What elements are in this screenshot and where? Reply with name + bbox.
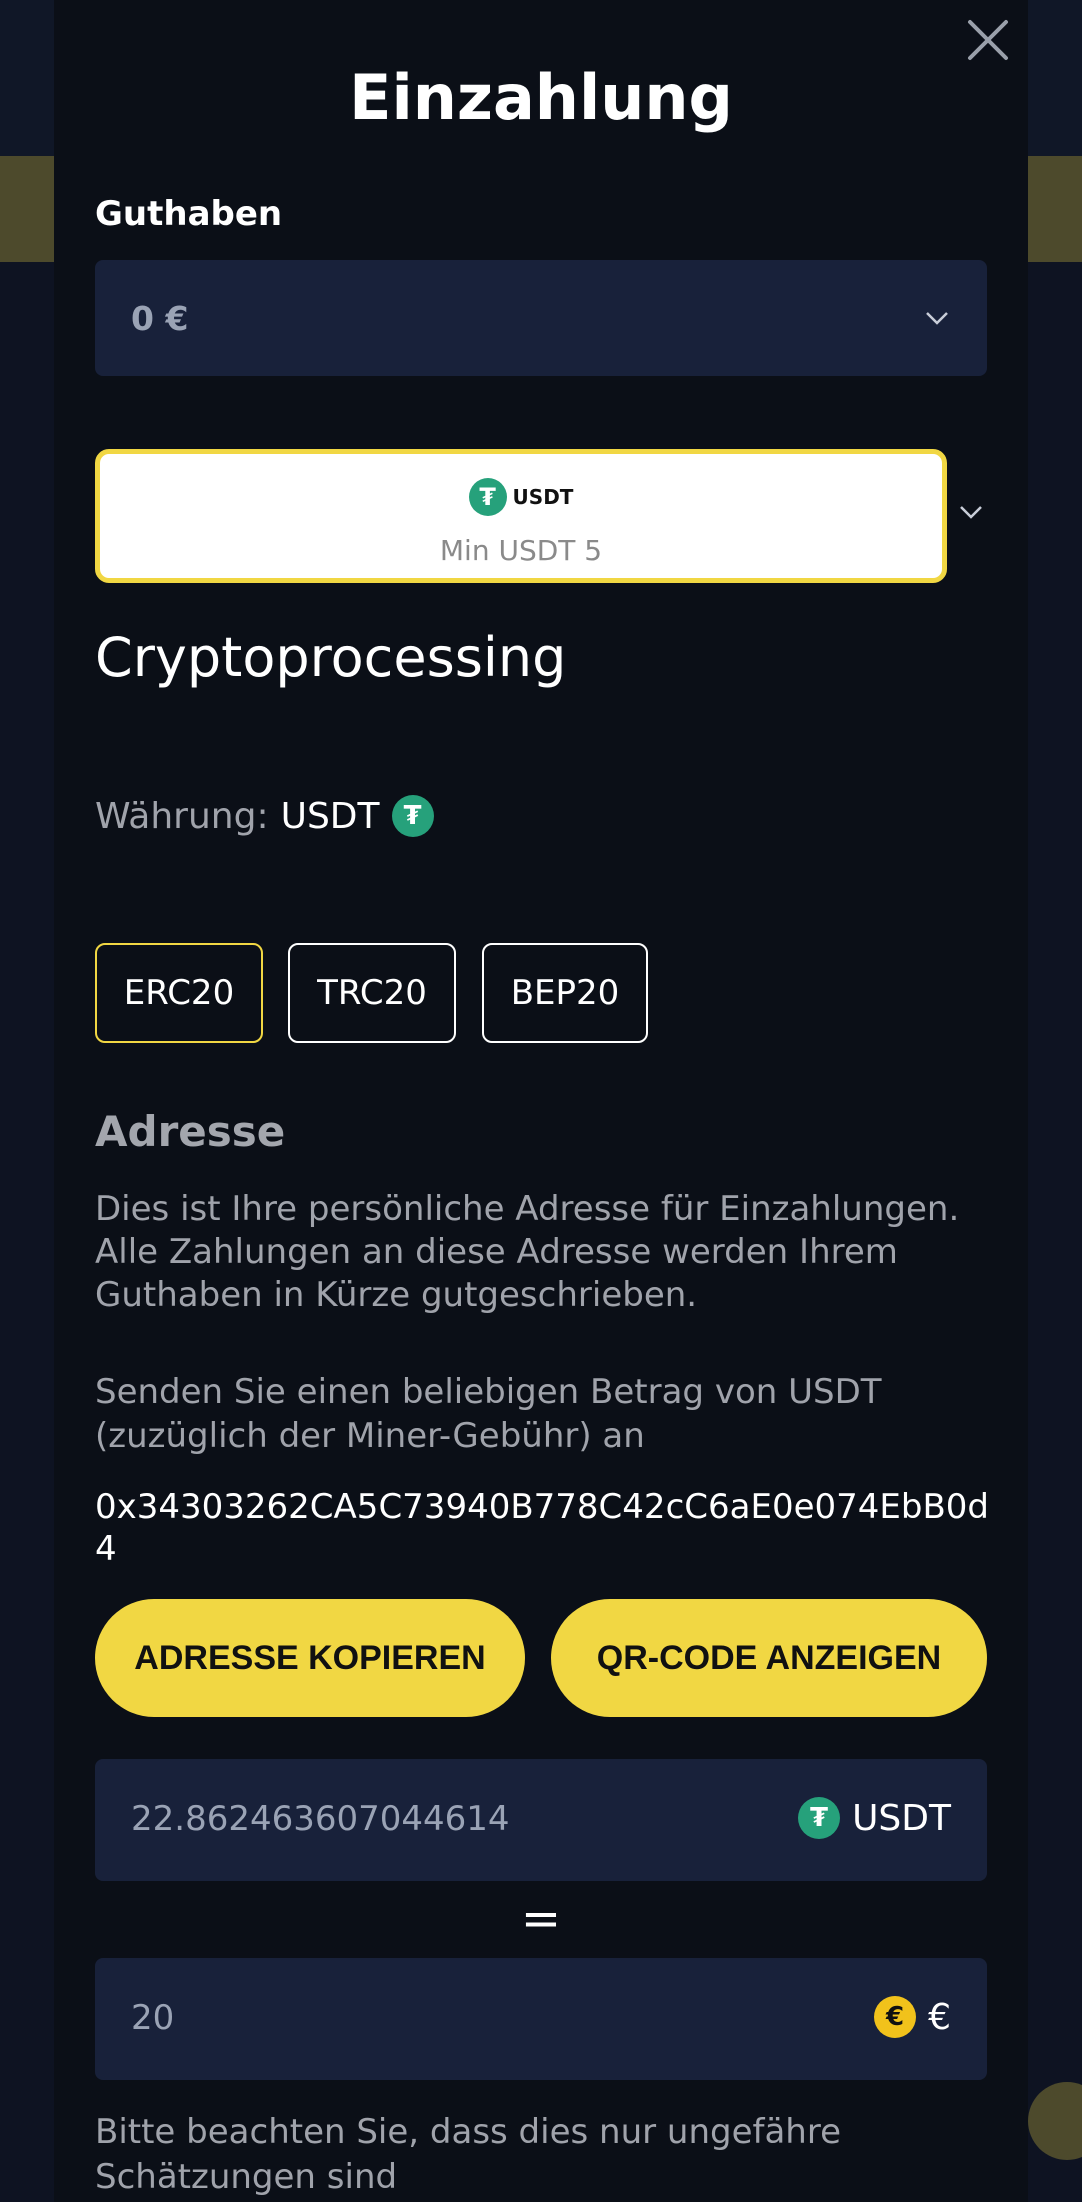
balance-select[interactable]: 0 € — [95, 260, 987, 376]
min-deposit-text: Min USDT 5 — [439, 534, 603, 567]
chevron-down-icon[interactable] — [956, 497, 986, 527]
send-instructions: Senden Sie einen beliebigen Betrag von U… — [95, 1372, 882, 1456]
crypto-amount-field[interactable]: 22.862463607044614 ₮ USDT — [95, 1759, 987, 1881]
deposit-address[interactable]: 0x34303262CA5C73940B778C42cC6aE0e074EbB0… — [95, 1486, 995, 1570]
balance-label: Guthaben — [95, 194, 283, 234]
tether-icon: ₮ — [798, 1797, 841, 1839]
background-content-left — [0, 262, 54, 2162]
crypto-currency: ₮ USDT — [798, 1797, 951, 1839]
fiat-currency-label: € — [928, 1996, 951, 2038]
estimate-note: Bitte beachten Sie, dass dies nur ungefä… — [95, 2112, 842, 2197]
currency-row: Währung: USDT ₮ — [95, 795, 434, 837]
equals-sign: = — [520, 1891, 562, 1947]
address-heading: Adresse — [95, 1107, 286, 1156]
crypto-amount-value: 22.862463607044614 — [131, 1799, 510, 1839]
euro-icon: € — [874, 1996, 917, 2038]
balance-value: 0 € — [131, 298, 189, 338]
fiat-amount-value: 20 — [131, 1998, 175, 2038]
currency-value: USDT — [280, 795, 380, 837]
crypto-currency-label: USDT — [852, 1797, 951, 1839]
usdt-logo: ₮ USDT — [100, 478, 942, 516]
network-erc20-button[interactable]: ERC20 — [95, 943, 263, 1043]
tether-icon: ₮ — [391, 795, 434, 837]
provider-heading: Cryptoprocessing — [95, 626, 567, 689]
show-qr-button[interactable]: QR-CODE ANZEIGEN — [551, 1599, 987, 1717]
modal-title: Einzahlung — [349, 61, 733, 134]
copy-address-button[interactable]: ADRESSE KOPIEREN — [95, 1599, 525, 1717]
currency-label: Währung: — [95, 795, 269, 837]
address-description: Dies ist Ihre persönliche Adresse für Ei… — [95, 1189, 960, 1315]
fiat-amount-field[interactable]: 20 € € — [95, 1958, 987, 2080]
network-bep20-button[interactable]: BEP20 — [482, 943, 648, 1043]
usdt-logo-text: USDT — [512, 485, 574, 509]
deposit-modal: Einzahlung Guthaben 0 € ₮ USDT Min USDT … — [54, 0, 1028, 2202]
payment-method-card[interactable]: ₮ USDT Min USDT 5 — [95, 449, 947, 583]
fiat-currency: € € — [874, 1996, 951, 2038]
tether-icon: ₮ — [468, 478, 507, 516]
chevron-down-icon — [926, 312, 948, 325]
background-content-right — [1028, 262, 1082, 2162]
network-trc20-button[interactable]: TRC20 — [288, 943, 456, 1043]
